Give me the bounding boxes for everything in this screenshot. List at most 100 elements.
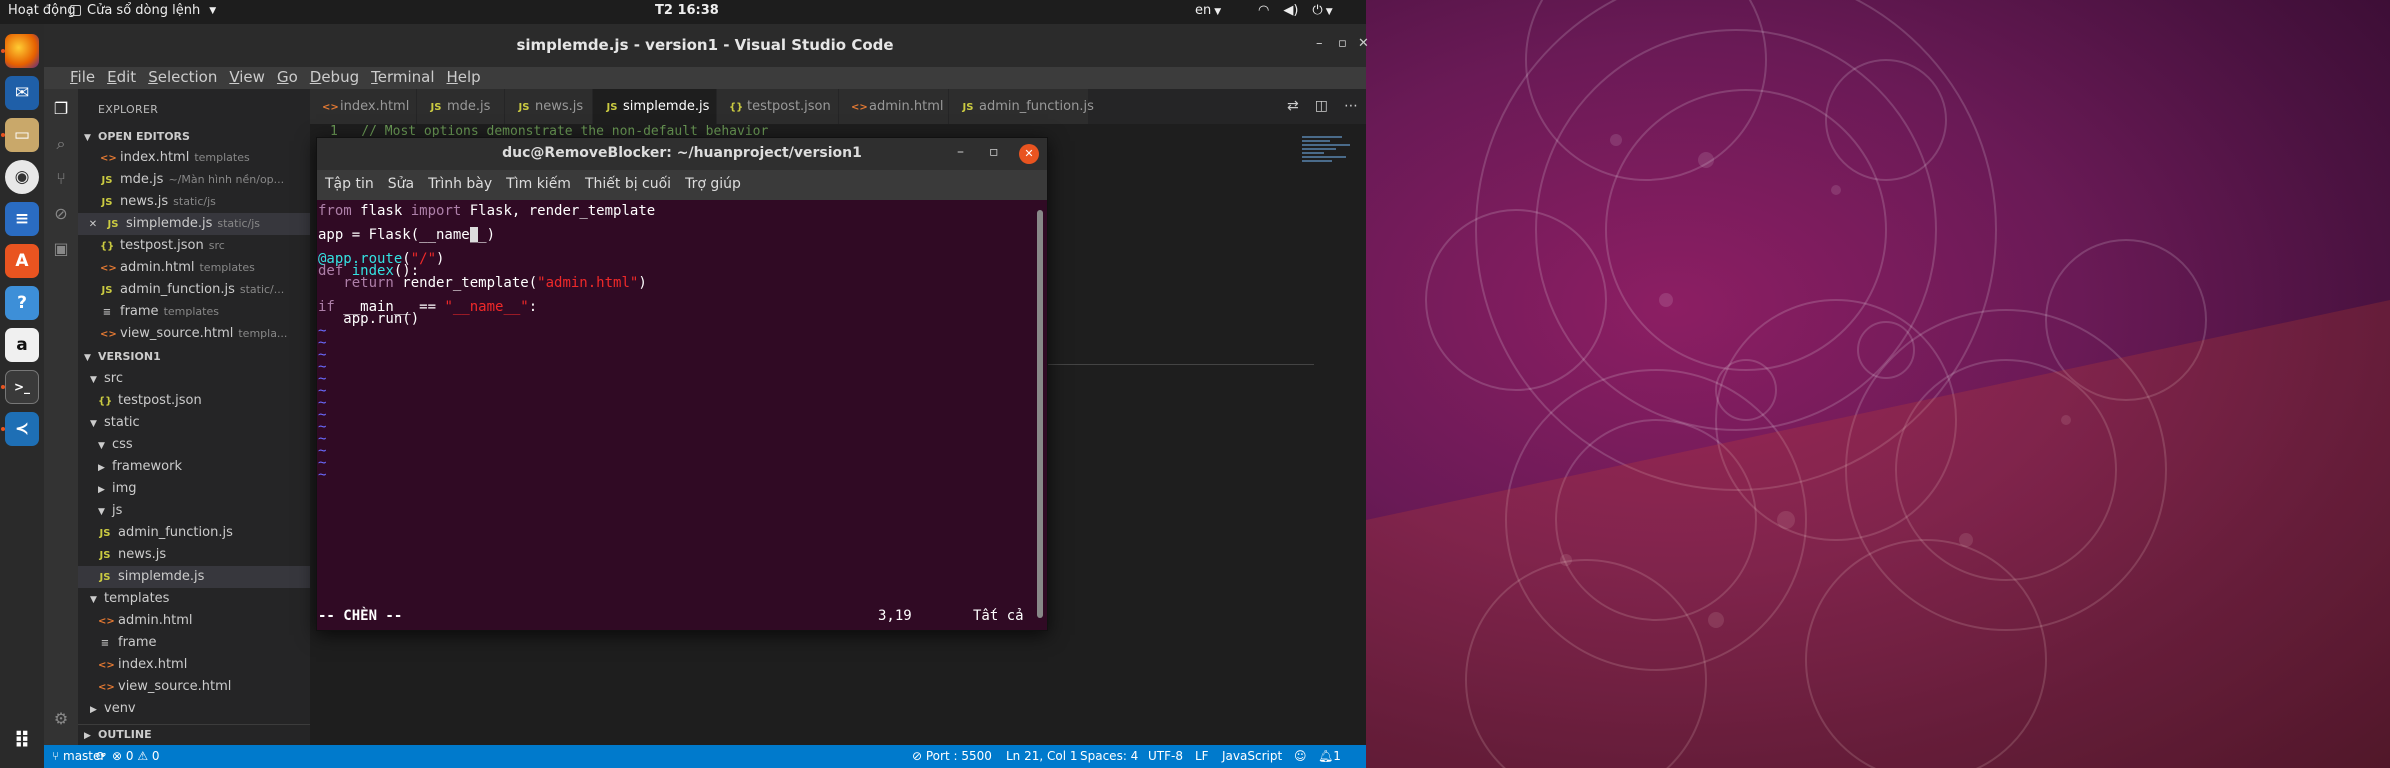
- open-editor-item[interactable]: JS mde.js ~/Màn hình nền/op...: [78, 169, 310, 191]
- tree-folder[interactable]: ▼ templates: [78, 588, 310, 610]
- open-editor-item[interactable]: JS news.js static/js: [78, 191, 310, 213]
- tree-folder[interactable]: ▶ img: [78, 478, 310, 500]
- open-editor-item[interactable]: <> admin.html templates: [78, 257, 310, 279]
- vim-buffer[interactable]: from flask import Flask, render_template…: [317, 200, 1047, 630]
- activities-button[interactable]: Hoạt động: [8, 3, 76, 18]
- minimize-button[interactable]: –: [1316, 36, 1323, 51]
- software-center-icon[interactable]: A: [5, 244, 39, 278]
- libreoffice-writer-icon[interactable]: ≡: [5, 202, 39, 236]
- firefox-icon[interactable]: [5, 34, 39, 68]
- terminal-scrollbar[interactable]: [1037, 210, 1043, 618]
- tab-simplemde-js[interactable]: JSsimplemde.js✕: [593, 89, 730, 124]
- tab-index-html[interactable]: <>index.html: [310, 89, 417, 124]
- menu-debug[interactable]: Debug: [310, 68, 359, 89]
- menu-view[interactable]: View: [229, 68, 265, 89]
- menu-edit[interactable]: Edit: [107, 68, 136, 89]
- app-menu[interactable]: Cửa sổ dòng lệnh ▼: [70, 3, 216, 18]
- rhythmbox-icon[interactable]: ◉: [5, 160, 39, 194]
- tree-file[interactable]: JS admin_function.js: [78, 522, 310, 544]
- tree-file[interactable]: <> admin.html: [78, 610, 310, 632]
- help-icon[interactable]: ?: [5, 286, 39, 320]
- live-server-port[interactable]: ⊘ Port : 5500: [912, 749, 992, 763]
- tree-file[interactable]: JS news.js: [78, 544, 310, 566]
- minimap[interactable]: [1302, 136, 1358, 196]
- amazon-icon[interactable]: a: [5, 328, 39, 362]
- tree-folder[interactable]: ▼ src: [78, 368, 310, 390]
- terminal-icon[interactable]: >_: [5, 370, 39, 404]
- search-icon[interactable]: ⌕: [51, 134, 71, 154]
- open-editor-item[interactable]: <> index.html templates: [78, 147, 310, 169]
- vscode-titlebar[interactable]: simplemde.js - version1 - Visual Studio …: [44, 24, 1369, 67]
- tab-mde-js[interactable]: JS mde.js: [417, 89, 505, 124]
- open-editor-item[interactable]: <> view_source.html templa...: [78, 323, 310, 345]
- open-editor-item-active[interactable]: ✕ JS simplemde.js static/js: [78, 213, 310, 235]
- input-language-menu[interactable]: en ▼: [1195, 3, 1221, 18]
- tree-folder[interactable]: ▶ venv: [78, 698, 310, 720]
- notifications[interactable]: 🔔︎1: [1318, 749, 1341, 763]
- tab-testpost-json[interactable]: {} testpost.json: [717, 89, 839, 124]
- menu-help[interactable]: Trợ giúp: [685, 176, 741, 200]
- language-mode[interactable]: JavaScript: [1222, 749, 1282, 763]
- explorer-sidebar: EXPLORER ▼ OPEN EDITORS <> index.html templ…: [78, 89, 310, 745]
- js-file-icon: JS: [99, 572, 111, 583]
- tree-folder[interactable]: ▼ css: [78, 434, 310, 456]
- end-of-line[interactable]: LF: [1195, 749, 1209, 763]
- folder-section[interactable]: ▼ VERSION1: [78, 347, 310, 367]
- cursor-position[interactable]: Ln 21, Col 1: [1006, 749, 1078, 763]
- tab-admin-function-js[interactable]: JS admin_function.js: [949, 89, 1094, 124]
- tree-file-active[interactable]: JS simplemde.js: [78, 566, 310, 588]
- open-changes-icon[interactable]: ⇄: [1287, 98, 1299, 114]
- outline-section[interactable]: ▶ OUTLINE: [78, 724, 310, 744]
- tree-file[interactable]: {} testpost.json: [78, 390, 310, 412]
- tree-folder[interactable]: ▼ static: [78, 412, 310, 434]
- menu-edit[interactable]: Sửa: [388, 176, 414, 200]
- tree-folder[interactable]: ▶ framework: [78, 456, 310, 478]
- clock[interactable]: T2 16:38: [655, 3, 719, 18]
- tree-file[interactable]: <> index.html: [78, 654, 310, 676]
- menu-go[interactable]: Go: [277, 68, 298, 89]
- open-editor-item[interactable]: ≡ frame templates: [78, 301, 310, 323]
- sync-icon[interactable]: ⟳: [96, 749, 106, 763]
- problems-indicator[interactable]: ⊗ 0 ⚠ 0: [112, 749, 160, 763]
- explorer-icon[interactable]: ❐: [51, 99, 71, 119]
- terminal-titlebar[interactable]: duc@RemoveBlocker: ~/huanproject/version…: [317, 138, 1047, 170]
- debug-icon[interactable]: ⊘: [51, 204, 71, 224]
- editor-tabs: <>index.html JS mde.js JS news.js JS simple…: [310, 89, 1366, 124]
- thunderbird-icon[interactable]: ✉: [5, 76, 39, 110]
- menu-view[interactable]: Trình bày: [428, 176, 492, 200]
- open-editors-section[interactable]: ▼ OPEN EDITORS: [78, 127, 310, 147]
- maximize-button[interactable]: ▫: [989, 144, 999, 160]
- menu-terminal[interactable]: Terminal: [371, 68, 434, 89]
- extensions-icon[interactable]: ▣: [51, 239, 71, 259]
- open-editor-item[interactable]: {} testpost.json src: [78, 235, 310, 257]
- minimize-button[interactable]: –: [957, 144, 964, 160]
- menu-help[interactable]: Help: [447, 68, 481, 89]
- close-button[interactable]: ✕: [1358, 36, 1369, 51]
- split-editor-icon[interactable]: ◫: [1315, 98, 1328, 114]
- maximize-button[interactable]: ▫: [1338, 36, 1347, 51]
- show-applications-icon[interactable]: ⠿: [5, 724, 39, 758]
- vscode-icon[interactable]: ≺: [5, 412, 39, 446]
- menu-file[interactable]: Tập tin: [325, 176, 374, 200]
- menu-file[interactable]: File: [70, 68, 95, 89]
- menu-search[interactable]: Tìm kiếm: [506, 176, 571, 200]
- tab-news-js[interactable]: JS news.js: [505, 89, 593, 124]
- menu-bar: File Edit Selection View Go Debug Termin…: [44, 67, 1366, 89]
- more-actions-icon[interactable]: ⋯: [1344, 98, 1358, 114]
- menu-terminal[interactable]: Thiết bị cuối: [585, 176, 671, 200]
- encoding[interactable]: UTF-8: [1148, 749, 1183, 763]
- close-icon[interactable]: ✕: [86, 214, 100, 236]
- close-button[interactable]: ✕: [1019, 144, 1039, 164]
- tree-folder[interactable]: ▼ js: [78, 500, 310, 522]
- files-icon[interactable]: ▭: [5, 118, 39, 152]
- tab-admin-html[interactable]: <>admin.html: [839, 89, 949, 124]
- system-tray[interactable]: ◠ ◀) ⏻ ▼: [1258, 3, 1333, 18]
- indentation[interactable]: Spaces: 4: [1080, 749, 1138, 763]
- tree-file[interactable]: ≡ frame: [78, 632, 310, 654]
- menu-selection[interactable]: Selection: [148, 68, 217, 89]
- feedback-smiley-icon[interactable]: ☺: [1294, 749, 1307, 763]
- open-editor-item[interactable]: JS admin_function.js static/...: [78, 279, 310, 301]
- settings-gear-icon[interactable]: ⚙: [51, 709, 71, 729]
- source-control-icon[interactable]: ⑂: [51, 169, 71, 189]
- tree-file[interactable]: <> view_source.html: [78, 676, 310, 698]
